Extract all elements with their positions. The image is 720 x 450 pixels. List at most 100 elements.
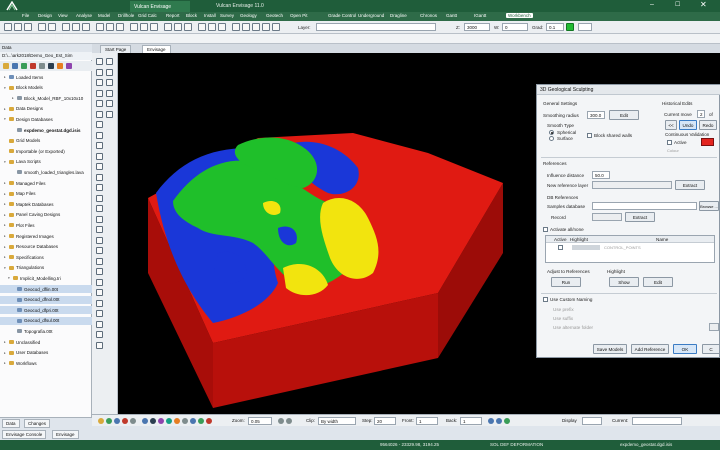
new-icon[interactable] bbox=[4, 23, 12, 31]
expand-arrow-icon[interactable]: ▸ bbox=[4, 75, 7, 79]
label-tool-icon[interactable] bbox=[106, 100, 113, 107]
expand-arrow-icon[interactable]: ▸ bbox=[4, 351, 7, 355]
row-active-checkbox[interactable] bbox=[558, 245, 563, 250]
grad-input[interactable]: 0.1 bbox=[546, 23, 564, 31]
alternate-folder-browse[interactable] bbox=[709, 323, 719, 331]
menu-file[interactable]: File bbox=[22, 13, 29, 18]
show-button[interactable]: Show bbox=[609, 277, 639, 287]
menu-survey[interactable]: Survey bbox=[220, 13, 234, 18]
active-checkbox[interactable] bbox=[667, 140, 672, 145]
split-tool-icon[interactable] bbox=[96, 163, 103, 170]
help-icon[interactable] bbox=[272, 23, 280, 31]
line-icon[interactable] bbox=[106, 23, 114, 31]
layer-select[interactable] bbox=[316, 23, 436, 31]
tree-item[interactable]: ▸ Specifications bbox=[0, 253, 92, 261]
copy-tool-icon[interactable] bbox=[106, 110, 113, 118]
clip-toggle-icon[interactable] bbox=[488, 418, 494, 424]
axes-icon[interactable] bbox=[174, 418, 180, 424]
circle-tool-icon[interactable] bbox=[96, 89, 103, 97]
expand-arrow-icon[interactable]: ▾ bbox=[4, 86, 7, 90]
expand-arrow-icon[interactable]: ▾ bbox=[4, 117, 7, 121]
redo-icon[interactable] bbox=[48, 23, 56, 31]
cancel-button[interactable]: C bbox=[702, 344, 720, 354]
run-button[interactable]: Run bbox=[551, 277, 581, 287]
undo-icon[interactable] bbox=[38, 23, 46, 31]
scale-icon[interactable] bbox=[190, 418, 196, 424]
tree-item[interactable]: ▸ Plot Files bbox=[0, 221, 92, 229]
expand-arrow-icon[interactable]: ▸ bbox=[4, 223, 7, 227]
tree-item[interactable]: Geocod_dflin.00t bbox=[0, 285, 92, 293]
tree-item[interactable]: ▾ Design Databases bbox=[0, 115, 92, 123]
zoom-out-icon[interactable] bbox=[286, 418, 292, 424]
tree-item[interactable]: ▸ Unclassified bbox=[0, 338, 92, 346]
tree-item[interactable]: Geocod_dfpri.00t bbox=[0, 306, 92, 315]
section-icon[interactable] bbox=[218, 23, 226, 31]
record-select[interactable] bbox=[592, 213, 622, 221]
expand-arrow-icon[interactable]: ▸ bbox=[4, 202, 7, 206]
tab-envisage-console[interactable]: Envisage Console bbox=[2, 430, 47, 439]
activate-all-checkbox[interactable] bbox=[543, 227, 548, 232]
search-icon[interactable] bbox=[48, 63, 54, 69]
densify-tool-icon[interactable] bbox=[96, 226, 103, 233]
undo-button[interactable]: Undo bbox=[679, 120, 697, 130]
save-icon[interactable] bbox=[24, 23, 32, 31]
expand-arrow-icon[interactable]: ▾ bbox=[4, 160, 7, 164]
record-icon[interactable] bbox=[122, 418, 128, 424]
text-icon[interactable] bbox=[184, 23, 192, 31]
colour-swatch-icon[interactable] bbox=[566, 23, 574, 31]
tree-item[interactable]: Geocod_dfnol.00t bbox=[0, 295, 92, 304]
block-shared-walls-checkbox[interactable] bbox=[587, 133, 592, 138]
triangle-icon[interactable] bbox=[150, 23, 158, 31]
tab-data[interactable]: Data bbox=[2, 419, 20, 428]
refresh-icon[interactable] bbox=[252, 23, 260, 31]
menu-igantt[interactable]: IGantt bbox=[474, 13, 486, 18]
save-models-button[interactable]: Save Models bbox=[593, 344, 627, 354]
expand-arrow-icon[interactable]: ▸ bbox=[4, 245, 7, 249]
cursor-tool-icon[interactable] bbox=[96, 289, 103, 296]
influence-distance-input[interactable]: 50.0 bbox=[592, 171, 610, 179]
polygon-icon[interactable] bbox=[116, 23, 124, 31]
delete-tool-icon[interactable] bbox=[96, 278, 103, 286]
menu-geology[interactable]: Geology bbox=[240, 13, 257, 18]
tree-item[interactable]: Topografia.00t bbox=[0, 327, 92, 335]
step-input[interactable]: 20 bbox=[374, 417, 396, 425]
point-tool-icon[interactable] bbox=[106, 58, 113, 65]
menu-analyse[interactable]: Analyse bbox=[76, 13, 92, 18]
tree-item[interactable]: ▸ Panel Caving Designs bbox=[0, 211, 92, 219]
close-button[interactable]: ✕ bbox=[700, 0, 707, 9]
section-view-icon[interactable] bbox=[158, 418, 164, 424]
open-icon[interactable] bbox=[14, 23, 22, 31]
expand-arrow-icon[interactable]: ▸ bbox=[4, 192, 7, 196]
plan-view-icon[interactable] bbox=[242, 23, 250, 31]
front-input[interactable]: 1 bbox=[416, 417, 438, 425]
measure-tool-icon[interactable] bbox=[96, 257, 103, 265]
tree-item[interactable]: ▾ Lava Scripts bbox=[0, 158, 92, 166]
display-select[interactable] bbox=[582, 417, 602, 425]
zoom-input[interactable]: 0.05 bbox=[248, 417, 272, 425]
polyline-tool-icon[interactable] bbox=[106, 68, 113, 76]
menu-grade-control[interactable]: Grade Control bbox=[328, 13, 356, 18]
menu-open-pit[interactable]: Open Pit bbox=[290, 13, 308, 18]
clip-icon[interactable] bbox=[206, 418, 212, 424]
ok-button[interactable]: OK bbox=[673, 344, 697, 354]
expand-arrow-icon[interactable]: ▾ bbox=[8, 276, 11, 280]
expand-arrow-icon[interactable]: ▸ bbox=[4, 181, 7, 185]
clip-select[interactable]: By width bbox=[318, 417, 356, 425]
app-tab[interactable]: Vulcan Envisage bbox=[130, 1, 190, 12]
menu-geotech[interactable]: Geotech bbox=[266, 13, 283, 18]
cursor-tool-icon[interactable] bbox=[96, 58, 103, 65]
tree-item[interactable]: ▾ Triangulations bbox=[0, 264, 92, 272]
expand-arrow-icon[interactable]: ▸ bbox=[4, 361, 7, 365]
pan-icon[interactable] bbox=[72, 23, 80, 31]
previous-button[interactable]: << bbox=[665, 120, 677, 130]
tree-item[interactable]: ▸ Registered Images bbox=[0, 232, 92, 240]
link-icon[interactable] bbox=[66, 63, 72, 69]
zoom-in-icon[interactable] bbox=[278, 418, 284, 424]
menu-dragline[interactable]: Dragline bbox=[390, 13, 407, 18]
menu-model[interactable]: Model bbox=[98, 13, 110, 18]
expand-arrow-icon[interactable]: ▸ bbox=[4, 213, 7, 217]
tree-item[interactable]: ▸ Maptek Databases bbox=[0, 200, 92, 208]
extract-layer-button[interactable]: Extract bbox=[675, 180, 705, 190]
line-tool-icon[interactable] bbox=[96, 310, 103, 317]
expand-arrow-icon[interactable]: ▾ bbox=[4, 266, 7, 270]
